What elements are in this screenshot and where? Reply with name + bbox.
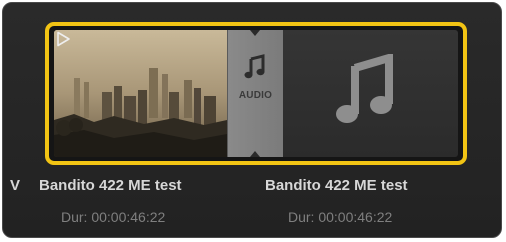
music-note-icon (336, 54, 393, 123)
linked-audio-strip[interactable]: AUDIO (227, 30, 284, 157)
music-note-icon (244, 54, 265, 79)
video-clip-duration: Dur: 00:00:46:22 (61, 209, 166, 225)
video-clip-name[interactable]: Bandito 422 ME test (39, 177, 182, 194)
audio-clip-name[interactable]: Bandito 422 ME test (265, 177, 408, 194)
audio-label: AUDIO (238, 90, 273, 101)
media-pool-panel: AUDIO V Bandito 422 ME test Dur: 00:00:4… (2, 2, 502, 238)
link-notch-bottom-icon (250, 151, 260, 157)
previous-clip-label: V (10, 177, 21, 194)
selected-clip-group[interactable]: AUDIO (45, 22, 467, 165)
link-notch-top-icon (250, 30, 260, 36)
audio-clip-thumbnail[interactable] (283, 30, 458, 157)
audio-clip-duration: Dur: 00:00:46:22 (288, 209, 393, 225)
play-triangle-icon[interactable] (54, 30, 72, 48)
video-clip-thumbnail[interactable] (54, 30, 227, 157)
city-skyline-image (54, 30, 227, 157)
